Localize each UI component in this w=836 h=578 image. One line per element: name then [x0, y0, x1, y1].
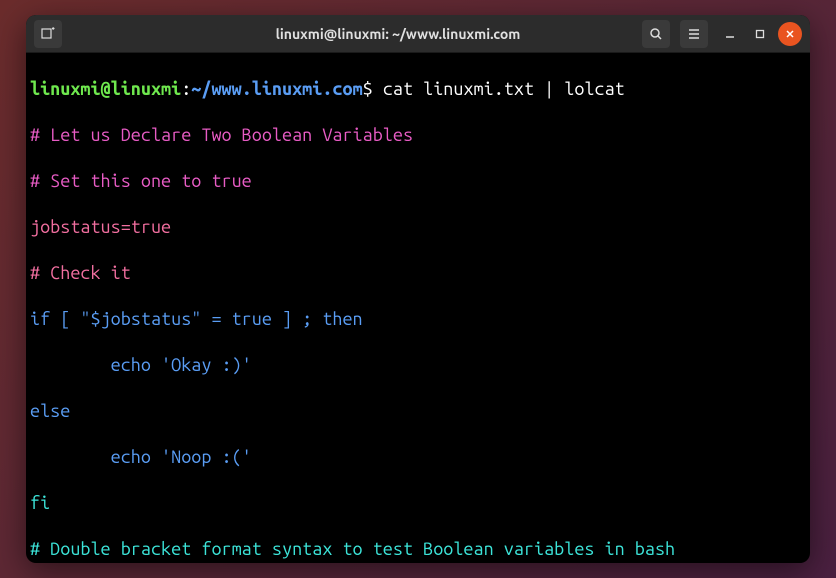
minimize-icon — [725, 29, 735, 39]
terminal-window: linuxmi@linuxmi: ~/www.linuxmi.com — [26, 15, 810, 563]
lolcat-line: # Double bracket format syntax to test B… — [30, 538, 806, 561]
lolcat-line: # Set this one to true — [30, 170, 806, 193]
new-tab-icon — [41, 27, 55, 41]
lolcat-line: fi — [30, 492, 806, 515]
prompt-sep: : — [181, 79, 191, 99]
search-button[interactable] — [642, 20, 670, 48]
lolcat-line: echo 'Noop :(' — [30, 446, 806, 469]
terminal-body[interactable]: linuxmi@linuxmi:~/www.linuxmi.com$ cat l… — [26, 53, 810, 563]
lolcat-line: jobstatus=true — [30, 216, 806, 239]
close-button[interactable] — [778, 22, 802, 46]
lolcat-line: else — [30, 400, 806, 423]
maximize-icon — [755, 29, 765, 39]
command-1: cat linuxmi.txt | lolcat — [373, 79, 625, 99]
close-icon — [785, 29, 795, 39]
lolcat-line: # Let us Declare Two Boolean Variables — [30, 124, 806, 147]
prompt-line-1: linuxmi@linuxmi:~/www.linuxmi.com$ cat l… — [30, 78, 806, 101]
menu-button[interactable] — [680, 20, 708, 48]
window-title: linuxmi@linuxmi: ~/www.linuxmi.com — [174, 26, 622, 42]
search-icon — [649, 27, 663, 41]
maximize-button[interactable] — [748, 22, 772, 46]
new-tab-button[interactable] — [34, 20, 62, 48]
titlebar-right — [622, 20, 802, 48]
prompt-path: ~/www.linuxmi.com — [191, 79, 362, 99]
lolcat-line: echo 'Okay :)' — [30, 354, 806, 377]
prompt-sigil: $ — [363, 79, 373, 99]
hamburger-icon — [687, 27, 701, 41]
prompt-user: linuxmi@linuxmi — [30, 79, 181, 99]
lolcat-line: if [ "$jobstatus" = true ] ; then — [30, 308, 806, 331]
lolcat-line: # Check it — [30, 262, 806, 285]
titlebar-left — [34, 20, 174, 48]
minimize-button[interactable] — [718, 22, 742, 46]
titlebar: linuxmi@linuxmi: ~/www.linuxmi.com — [26, 15, 810, 53]
